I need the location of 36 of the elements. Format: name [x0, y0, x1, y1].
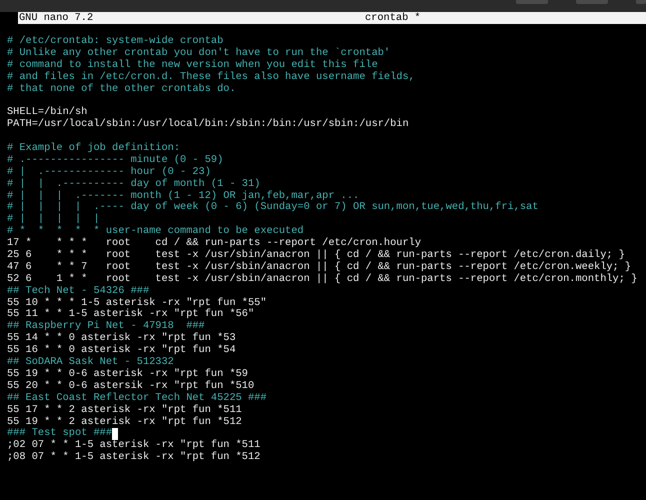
comment-line: # Unlike any other crontab you don't have to run the `crontab' — [7, 46, 390, 59]
comment-line: ## East Coast Reflector Tech Net 45225 ### — [7, 392, 267, 404]
code-line: 55 10 * * * 1-5 asterisk -rx "rpt fun *55" — [7, 296, 267, 309]
comment-line: # that none of the other crontabs do. — [7, 82, 236, 95]
code-line: ;02 07 * * 1-5 asterisk -rx "rpt fun *511 — [7, 439, 260, 452]
comment-line: # /etc/crontab: system-wide crontab — [7, 35, 224, 47]
comment-line: ## SoDARA Sask Net - 512332 — [7, 356, 174, 368]
comment-line: # | | | | | — [7, 213, 100, 226]
comment-line: ## Raspberry Pi Net - 47918 ### — [7, 320, 205, 332]
code-line: ;08 07 * * 1-5 asterisk -rx "rpt fun *512 — [7, 451, 260, 464]
comment-line: # | .------------- hour (0 - 23) — [7, 166, 211, 178]
code-line: PATH=/usr/local/sbin:/usr/local/bin:/sbin:/bin:/usr/sbin:/usr/bin — [7, 118, 409, 130]
code-line: 55 17 * * 2 asterisk -rx "rpt fun *511 — [7, 404, 242, 416]
code-line: 55 20 * * 0-6 astersik -rx "rpt fun *510 — [7, 380, 254, 392]
comment-line: # .---------------- minute (0 - 59) — [7, 154, 224, 166]
comment-line: # * * * * * user-name command to be executed — [7, 225, 304, 238]
code-line: 55 14 * * 0 asterisk -rx "rpt fun *53 — [7, 332, 236, 344]
comment-line: # | | .---------- day of month (1 - 31) — [7, 178, 260, 190]
comment-line: # | | | | .---- day of week (0 - 6) (Sunday=0 or 7) OR sun,mon,tue,wed,thu,fri,sat — [7, 201, 538, 214]
code-line: 55 11 * * 1-5 asterisk -rx "rpt fun *56" — [7, 308, 254, 320]
code-line: 55 19 * * 0-6 asterisk -rx "rpt fun *59 — [7, 368, 248, 380]
comment-line: # | | | .------- month (1 - 12) OR jan,feb,mar,apr ... — [7, 190, 360, 202]
comment-line: # command to install the new version when you edit this file — [7, 58, 378, 71]
code-line: 55 16 * * 0 asterisk -rx "rpt fun *54 — [7, 344, 236, 356]
code-line: 25 6 * * * root test -x /usr/sbin/anacron || { cd / && run-parts --report /etc/cron.daily; } — [7, 249, 625, 262]
code-line: 47 6 * * 7 root test -x /usr/sbin/anacron || { cd / && run-parts --report /etc/cron.weekly; } — [7, 260, 632, 273]
code-line: 52 6 1 * * root test -x /usr/sbin/anacron || { cd / && run-parts --report /etc/cron.monthly; } — [7, 272, 638, 285]
code-line: 17 * * * * root cd / && run-parts --report /etc/cron.hourly — [7, 237, 422, 250]
comment-line: ## Tech Net - 54326 ### — [7, 284, 150, 297]
code-line: 55 19 * * 2 asterisk -rx "rpt fun *512 — [7, 416, 242, 428]
comment-line: ### Test spot ### — [7, 427, 112, 440]
comment-line: # and files in /etc/cron.d. These files also have username fields, — [7, 70, 415, 83]
app-name: GNU nano 7.2 — [18, 12, 94, 24]
file-name: crontab * — [365, 12, 421, 24]
code-line: SHELL=/bin/sh — [7, 106, 88, 118]
comment-line: # Example of job definition: — [7, 142, 180, 154]
